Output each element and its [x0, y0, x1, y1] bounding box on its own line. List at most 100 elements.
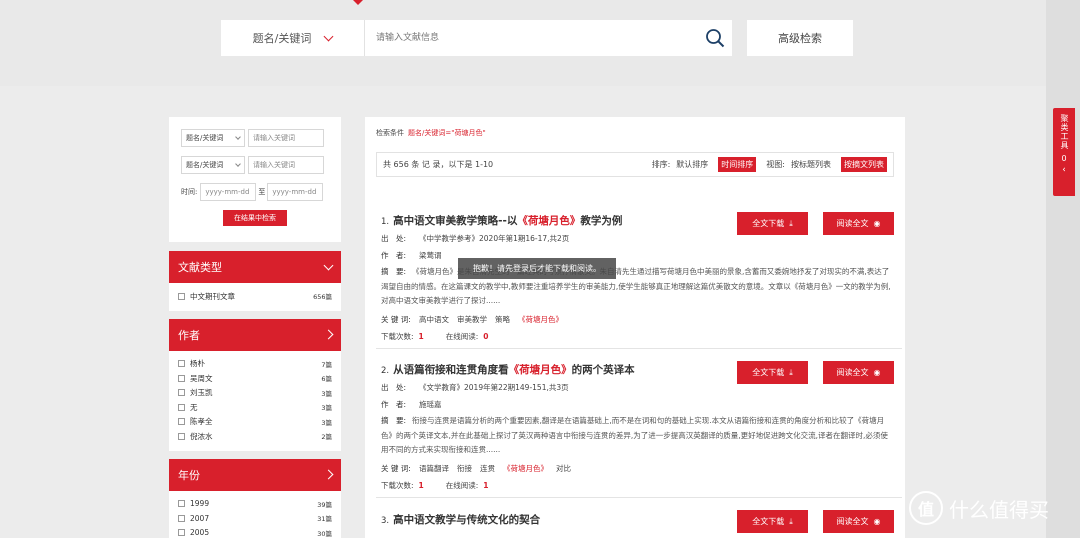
keyword-link[interactable]: 连贯 [480, 464, 495, 473]
filter-item-count: 3篇 [321, 418, 332, 427]
chevron-down-icon [323, 260, 334, 270]
source-label: 出 处: [381, 234, 407, 243]
filter-item-author[interactable]: 刘玉凯 3篇 [178, 386, 332, 401]
keyword-link[interactable]: 策略 [495, 315, 510, 324]
download-label: 全文下载 [752, 517, 785, 526]
checkbox[interactable] [178, 292, 185, 300]
search-in-results-button[interactable]: 在结果中检索 [223, 210, 287, 226]
sort-label: 排序: [651, 160, 671, 169]
reads-label: 在线阅读: [445, 480, 479, 490]
filter-item-label: 1999 [190, 499, 210, 509]
keyword-link[interactable]: 《荷塘月色》 [503, 464, 548, 473]
filter-item-count: 30篇 [317, 529, 332, 538]
read-fulltext-button[interactable]: 阅读全文 ◉ [823, 510, 894, 533]
title-highlight: 《荷塘月色》 [517, 215, 581, 227]
result-stats: 下载次数: 1 在线阅读: 0 [381, 331, 901, 343]
download-label: 全文下载 [752, 219, 785, 228]
result-title-link[interactable]: 2. 从语篇衔接和连贯角度看《荷塘月色》的两个英译本 [381, 362, 731, 377]
download-fulltext-button[interactable]: 全文下载 ⤓ [737, 361, 808, 384]
results-toolbar: 共 656 条 记 录，以下是 1-10 排序: 默认排序 时间排序 视图: 按… [376, 152, 894, 177]
keyword-link[interactable]: 审美教学 [457, 315, 487, 324]
keyword-link[interactable]: 语篇翻译 [419, 464, 449, 473]
download-fulltext-button[interactable]: 全文下载 ⤓ [737, 510, 808, 533]
search-input[interactable] [365, 20, 698, 56]
title-text: 高中语文审美教学策略--以 [393, 215, 518, 227]
result-keywords: 关 键 词: 语篇翻译 衔接 连贯 《荷塘月色》 对比 [381, 463, 901, 475]
result-title-link[interactable]: 1. 高中语文审美教学策略--以《荷塘月色》教学为例 [381, 213, 731, 228]
refine-type-select-2[interactable]: 题名/关键词 [181, 156, 245, 174]
author-value[interactable]: 梁莺谓 [419, 251, 442, 260]
author-value[interactable]: 施瑶嘉 [419, 400, 442, 409]
refine-keyword-input-1[interactable] [248, 129, 324, 147]
advanced-search-button[interactable]: 高级检索 [747, 20, 853, 56]
keyword-link[interactable]: 衔接 [457, 464, 472, 473]
date-to-input[interactable] [267, 183, 324, 201]
sort-default-option[interactable]: 默认排序 [676, 159, 708, 170]
chevron-right-icon [323, 469, 334, 480]
cluster-tool-tab[interactable]: 聚类工具 0 ‹ [1053, 108, 1075, 196]
filter-item-year[interactable]: 2007 31篇 [178, 511, 332, 526]
filter-item-year[interactable]: 1999 39篇 [178, 497, 332, 512]
source-value[interactable]: 《中学教学参考》2020年第1期16-17,共2页 [419, 234, 569, 243]
filter-item-label: 陈孝全 [190, 417, 213, 427]
filter-item-author[interactable]: 倪浓水 2篇 [178, 429, 332, 444]
sort-time-option[interactable]: 时间排序 [718, 157, 757, 172]
search-type-select[interactable]: 题名/关键词 [221, 20, 365, 56]
read-fulltext-button[interactable]: 阅读全文 ◉ [823, 212, 894, 235]
result-title-link[interactable]: 3. 高中语文教学与传统文化的契合 [381, 512, 731, 527]
source-value[interactable]: 《文学教育》2019年第22期149-151,共3页 [419, 383, 569, 392]
filter-item-author[interactable]: 无 3篇 [178, 400, 332, 415]
author-section-header[interactable]: 作者 [169, 318, 341, 351]
nav-caret-indicator [353, 0, 363, 5]
download-fulltext-button[interactable]: 全文下载 ⤓ [737, 212, 808, 235]
checkbox[interactable] [178, 500, 185, 508]
download-icon: ⤓ [789, 516, 793, 526]
filter-item-author[interactable]: 陈孝全 3篇 [178, 415, 332, 430]
chevron-left-icon: ‹ [1062, 165, 1066, 175]
keyword-link[interactable]: 对比 [556, 464, 571, 473]
year-section-header[interactable]: 年份 [169, 458, 341, 491]
view-title-option[interactable]: 按标题列表 [791, 159, 831, 170]
refine-type-label: 题名/关键词 [186, 134, 224, 142]
filter-item-author[interactable]: 杨朴 7篇 [178, 357, 332, 372]
checkbox[interactable] [178, 514, 185, 522]
filter-item-year[interactable]: 2005 30篇 [178, 526, 332, 538]
date-separator: 至 [258, 188, 266, 196]
chevron-down-icon [235, 134, 241, 140]
divider [376, 497, 902, 498]
reads-count: 1 [483, 480, 489, 490]
refine-search-panel: 题名/关键词 题名/关键词 时间: 至 在结果中检索 [169, 117, 341, 242]
chevron-down-icon [235, 161, 241, 167]
filter-item-doctype[interactable]: 中文期刊文章 656篇 [178, 289, 332, 304]
checkbox[interactable] [178, 403, 185, 411]
filter-item-author[interactable]: 吴周文 6篇 [178, 371, 332, 386]
checkbox[interactable] [178, 432, 185, 440]
title-text: 高中语文教学与传统文化的契合 [393, 514, 541, 526]
doc-type-section-header[interactable]: 文献类型 [169, 251, 341, 283]
search-button[interactable] [698, 20, 732, 56]
filter-item-label: 倪浓水 [190, 431, 213, 441]
abstract-label: 摘 要: [381, 267, 407, 276]
read-label: 阅读全文 [836, 517, 869, 526]
keywords-label: 关 键 词: [381, 314, 411, 324]
keyword-link[interactable]: 《荷塘月色》 [518, 315, 563, 324]
checkbox[interactable] [178, 418, 185, 426]
view-abstract-option[interactable]: 按摘文列表 [841, 157, 887, 172]
result-keywords: 关 键 词: 高中语文 审美教学 策略 《荷塘月色》 [381, 314, 901, 326]
refine-type-select-1[interactable]: 题名/关键词 [181, 129, 245, 147]
checkbox[interactable] [178, 374, 185, 382]
refine-keyword-input-2[interactable] [248, 156, 324, 174]
keyword-link[interactable]: 高中语文 [419, 315, 449, 324]
results-panel: 检索条件 题名/关键词="荷塘月色" 共 656 条 记 录，以下是 1-10 排… [365, 117, 905, 538]
read-fulltext-button[interactable]: 阅读全文 ◉ [823, 361, 894, 384]
checkbox[interactable] [178, 389, 185, 397]
filter-item-label: 2007 [190, 513, 210, 523]
checkbox[interactable] [178, 360, 185, 368]
main-search-bar: 题名/关键词 [221, 20, 732, 56]
search-icon [706, 29, 725, 48]
watermark: 值 什么值得买 [909, 491, 1049, 525]
checkbox[interactable] [178, 529, 185, 537]
date-from-input[interactable] [200, 183, 257, 201]
title-text: 的两个英译本 [571, 364, 635, 376]
filter-item-count: 2篇 [321, 433, 332, 442]
